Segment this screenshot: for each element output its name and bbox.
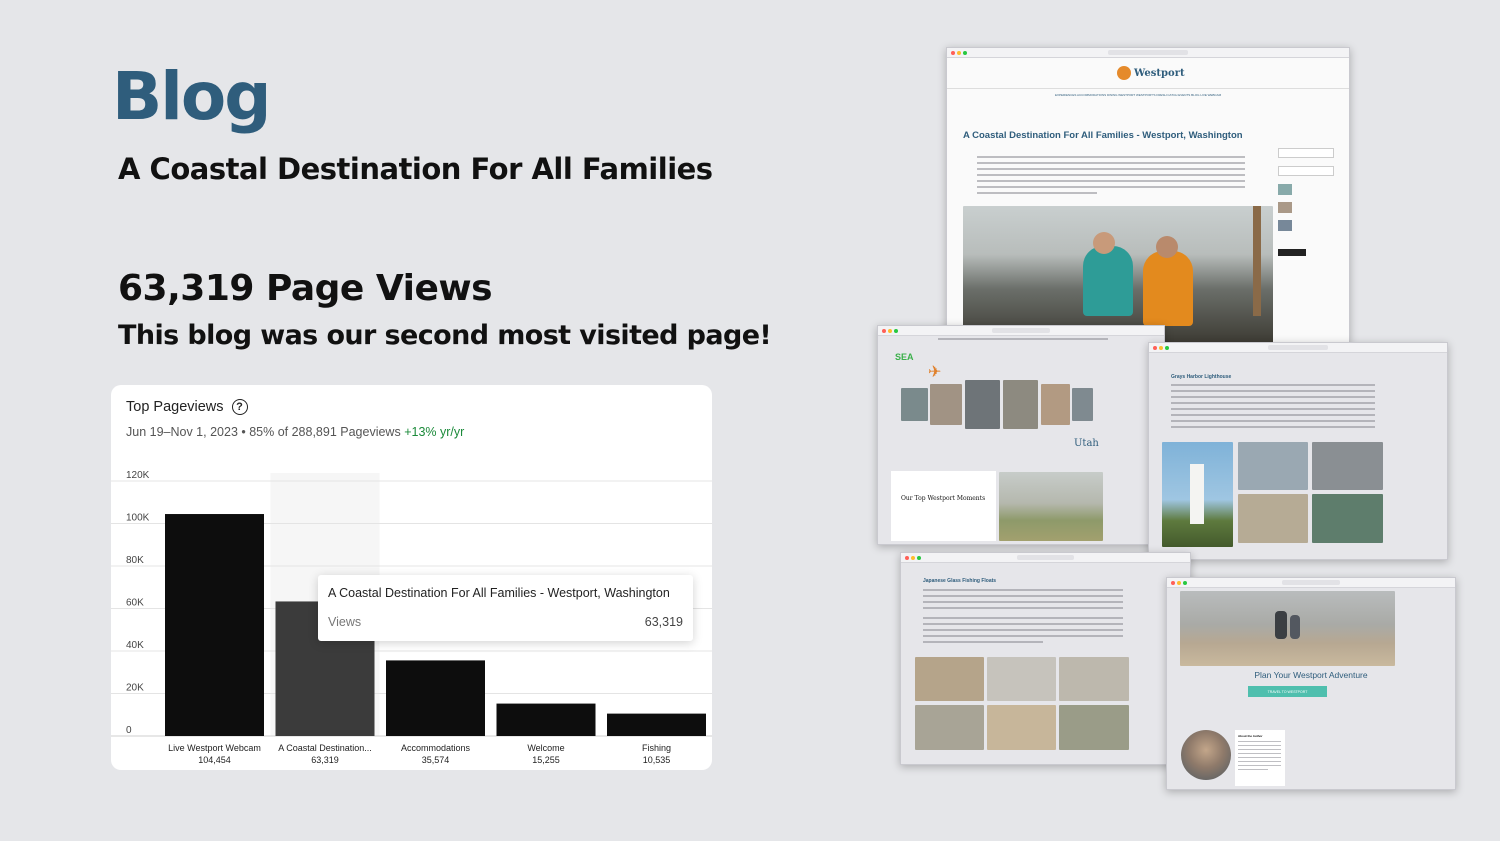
- y-tick-label: 120K: [126, 470, 150, 481]
- date-range: Jun 19–Nov 1, 2023: [126, 425, 238, 439]
- page-views-stat: 63,319 Page Views: [118, 268, 493, 309]
- card-meta: Jun 19–Nov 1, 2023 • 85% of 288,891 Page…: [126, 425, 464, 439]
- bar: [165, 514, 264, 736]
- y-tick-label: 20K: [126, 683, 144, 694]
- westport-logo: Westport: [1134, 68, 1185, 79]
- pageview-share: • 85% of 288,891 Pageviews: [237, 425, 405, 439]
- x-category-label: A Coastal Destination...: [278, 743, 372, 753]
- search-input: [1278, 148, 1334, 158]
- glass-floats-screenshot: Japanese Glass Fishing Floats: [900, 552, 1191, 765]
- bar-value-label: 63,319: [311, 755, 339, 765]
- author-avatar: [1181, 730, 1231, 780]
- tooltip-value: 63,319: [644, 615, 683, 629]
- card-title: Top Pageviews ?: [126, 399, 248, 415]
- blog-title: A Coastal Destination For All Families: [118, 152, 713, 186]
- lighthouse-heading: Grays Harbor Lighthouse: [1171, 374, 1232, 380]
- y-tick-label: 80K: [126, 555, 144, 566]
- post-title: A Coastal Destination For All Families -…: [963, 130, 1243, 141]
- help-icon[interactable]: ?: [231, 399, 248, 415]
- utah-label: Utah: [1074, 438, 1099, 449]
- travel-button: TRAVEL TO WESTPORT: [1248, 686, 1327, 697]
- y-tick-label: 100K: [126, 513, 150, 524]
- y-tick-label: 60K: [126, 598, 144, 609]
- bar: [386, 660, 485, 736]
- author-heading: About the Author: [1238, 734, 1263, 738]
- airplane-icon: ✈: [928, 364, 942, 381]
- bar: [607, 713, 706, 736]
- visit-note: This blog was our second most visited pa…: [118, 320, 772, 351]
- x-category-label: Fishing: [642, 743, 671, 753]
- bar-value-label: 35,574: [422, 755, 450, 765]
- y-tick-label: 40K: [126, 640, 144, 651]
- moments-title: Our Top Westport Moments: [901, 495, 986, 502]
- chart-tooltip: A Coastal Destination For All Families -…: [318, 575, 693, 641]
- plan-adventure-screenshot: Plan Your Westport Adventure TRAVEL TO W…: [1166, 577, 1456, 790]
- bar-value-label: 15,255: [532, 755, 560, 765]
- card-title-text: Top Pageviews: [126, 399, 224, 415]
- sidebar-button: [1278, 249, 1306, 256]
- sea-label: SEA: [895, 352, 914, 362]
- bar-value-label: 10,535: [643, 755, 671, 765]
- x-category-label: Welcome: [527, 743, 564, 753]
- x-category-label: Accommodations: [401, 743, 471, 753]
- blog-post-screenshot: Westport EXPERIENCES ACCOMMODATIONS DINI…: [946, 47, 1350, 343]
- travel-screenshot: SEA ✈ Utah Our Top Westport Moments: [877, 325, 1165, 545]
- bar-value-label: 104,454: [198, 755, 231, 765]
- bar: [496, 703, 596, 736]
- lighthouse-screenshot: Grays Harbor Lighthouse: [1148, 342, 1448, 560]
- glass-floats-heading: Japanese Glass Fishing Floats: [923, 578, 997, 584]
- site-nav: EXPERIENCES ACCOMMODATIONS DINING WESTPO…: [1055, 93, 1222, 97]
- tooltip-title: A Coastal Destination For All Families -…: [328, 586, 670, 600]
- adventure-heading: Plan Your Westport Adventure: [1254, 670, 1368, 680]
- archive-select: [1278, 166, 1334, 176]
- westport-logo-icon: [1117, 66, 1131, 80]
- y-tick-label: 0: [126, 725, 132, 736]
- x-category-label: Live Westport Webcam: [168, 743, 261, 753]
- growth-badge: +13% yr/yr: [404, 425, 465, 439]
- page-heading: Blog: [112, 58, 272, 135]
- family-photo: [963, 206, 1273, 342]
- tooltip-label: Views: [328, 615, 362, 629]
